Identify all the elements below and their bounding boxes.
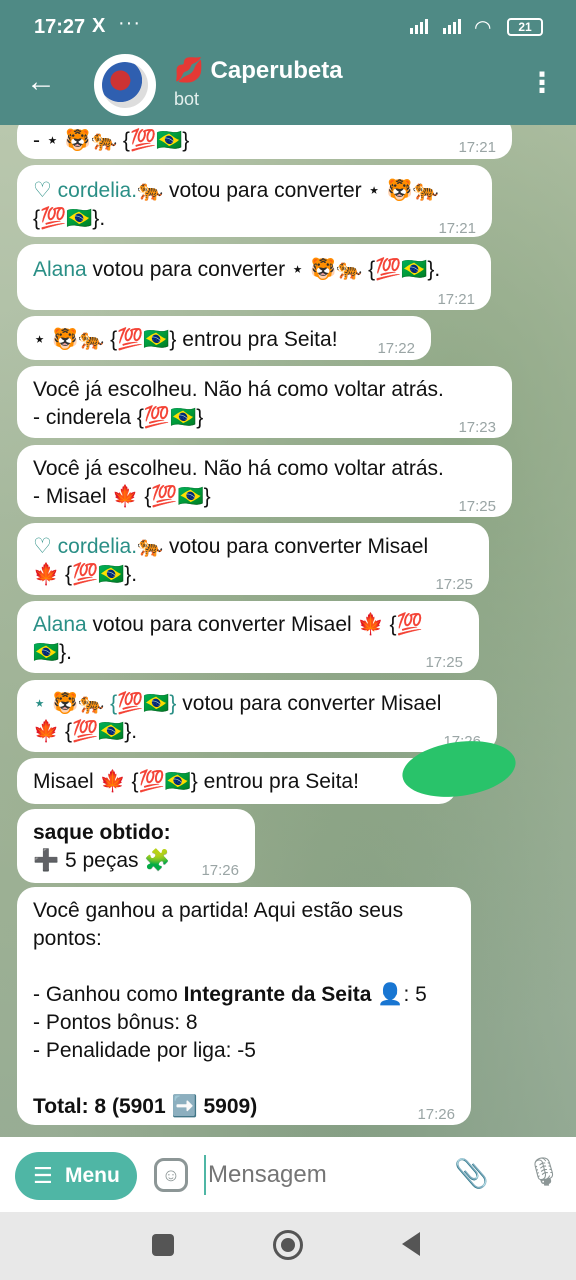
message-time: 17:25 (458, 498, 496, 515)
message-text: - ⋆ 🐯🐅 {💯🇧🇷} (33, 129, 190, 152)
message-text: votou para converter ⋆ 🐯🐅 (163, 179, 439, 202)
message-text: - Pontos bônus: 8 (33, 1011, 198, 1034)
sticker-icon[interactable]: ☺ (154, 1158, 188, 1192)
message-text: - Penalidade por liga: -5 (33, 1039, 256, 1062)
sender-name[interactable]: ♡ cordelia.🐅 (33, 535, 163, 558)
message-time: 17:25 (425, 654, 463, 671)
attachment-icon[interactable]: 📎 (454, 1157, 489, 1190)
message-bubble[interactable]: saque obtido: ➕ 5 peças 🧩 17:26 (17, 809, 255, 883)
message-time: 17:21 (438, 220, 476, 237)
more-notifications-icon: ··· (118, 12, 141, 34)
message-text-line2: 🍁 {💯🇧🇷}. (33, 563, 138, 586)
x-notification-icon: X (92, 15, 106, 37)
menu-button-label: Menu (65, 1164, 120, 1187)
message-time: 17:26 (201, 862, 239, 879)
message-text: - Ganhou como (33, 983, 184, 1006)
message-bubble[interactable]: Você já escolheu. Não há como voltar atr… (17, 366, 512, 438)
battery-icon: 21 (507, 18, 543, 36)
back-arrow-icon[interactable]: ← (26, 66, 58, 98)
sender-name[interactable]: Alana (33, 613, 87, 636)
more-options-icon[interactable]: ⋮ (528, 68, 556, 100)
message-text: votou para converter Misael (163, 535, 429, 558)
message-bubble[interactable]: ♡ cordelia.🐅 votou para converter ⋆ 🐯🐅 {… (17, 165, 492, 237)
message-bubble[interactable]: ⋆ 🐯🐅 {💯🇧🇷} votou para converter Misael 🍁… (17, 680, 497, 752)
message-time: 17:22 (377, 340, 415, 357)
app-header: 17:27 X ··· ◠ 21 ← 💋 Caperubeta bot ⋮ (0, 0, 576, 125)
message-text: Você ganhou a partida! Aqui estão seus (33, 899, 404, 922)
microphone-icon[interactable]: 🎙 (526, 1155, 562, 1188)
chat-title[interactable]: 💋 Caperubeta (174, 56, 343, 85)
message-text: votou para converter Misael (176, 692, 442, 715)
message-text: Você já escolheu. Não há como voltar atr… (33, 378, 444, 401)
message-bubble[interactable]: Alana votou para converter ⋆ 🐯🐅 {💯🇧🇷}. 1… (17, 244, 491, 310)
sender-name[interactable]: ♡ cordelia.🐅 (33, 179, 163, 202)
back-icon[interactable] (402, 1232, 420, 1256)
avatar-image (102, 62, 148, 108)
message-time: 17:21 (458, 139, 496, 156)
message-bubble[interactable]: ⋆ 🐯🐅 {💯🇧🇷} entrou pra Seita! 17:22 (17, 316, 431, 360)
message-text: votou para converter Misael 🍁 {💯 (86, 613, 423, 636)
message-text-bold: Integrante da Seita (183, 983, 372, 1006)
message-bubble[interactable]: Você ganhou a partida! Aqui estão seus p… (17, 887, 471, 1125)
status-time: 17:27 (34, 16, 86, 38)
message-text: Misael 🍁 {💯🇧🇷} entrou pra Seita! (33, 770, 359, 793)
message-bubble[interactable]: ♡ cordelia.🐅 votou para converter Misael… (17, 523, 489, 595)
message-text: votou para converter ⋆ 🐯🐅 {💯🇧🇷}. (86, 258, 441, 281)
avatar[interactable] (94, 54, 156, 116)
status-bar: 17:27 X ··· ◠ 21 (0, 0, 576, 56)
message-text-line2: 🇧🇷}. (33, 641, 72, 664)
menu-button[interactable]: ☰ Menu (15, 1152, 137, 1200)
home-icon[interactable] (273, 1230, 303, 1260)
message-input[interactable] (204, 1155, 434, 1195)
hamburger-icon: ☰ (33, 1163, 53, 1188)
message-text-line2: {💯🇧🇷}. (33, 207, 106, 230)
message-text: Você já escolheu. Não há como voltar atr… (33, 457, 444, 480)
message-bubble[interactable]: Misael 🍁 {💯🇧🇷} entrou pra Seita! (17, 758, 457, 804)
message-text: pontos: (33, 927, 102, 950)
message-heading: saque obtido: (33, 821, 171, 844)
message-text-line2: - Misael 🍁 {💯🇧🇷} (33, 485, 211, 508)
chat-area[interactable]: - ⋆ 🐯🐅 {💯🇧🇷} 17:21 ♡ cordelia.🐅 votou pa… (0, 125, 576, 1137)
message-time: 17:26 (417, 1106, 455, 1123)
message-time: 17:25 (435, 576, 473, 593)
signal-icon (410, 18, 428, 34)
wifi-icon: ◠ (474, 17, 492, 39)
signal-icon (443, 18, 461, 34)
system-nav-bar (0, 1212, 576, 1280)
message-time: 17:21 (437, 291, 475, 308)
message-text: ⋆ 🐯🐅 {💯🇧🇷} entrou pra Seita! (33, 328, 338, 351)
message-text-line2: 🍁 {💯🇧🇷}. (33, 720, 138, 743)
message-bubble[interactable]: - ⋆ 🐯🐅 {💯🇧🇷} 17:21 (17, 125, 512, 159)
message-text-line2: - cinderela {💯🇧🇷} (33, 406, 204, 429)
chat-subtitle: bot (174, 89, 200, 109)
message-total: Total: 8 (5901 ➡️ 5909) (33, 1095, 258, 1118)
message-input-bar: ☰ Menu ☺ 📎 🎙 (0, 1137, 576, 1212)
sender-name[interactable]: Alana (33, 258, 87, 281)
message-bubble[interactable]: Você já escolheu. Não há como voltar atr… (17, 445, 512, 517)
message-bubble[interactable]: Alana votou para converter Misael 🍁 {💯 🇧… (17, 601, 479, 673)
message-text: 👤: 5 (371, 983, 427, 1006)
sender-name[interactable]: ⋆ 🐯🐅 {💯🇧🇷} (33, 692, 176, 715)
recent-apps-icon[interactable] (152, 1234, 174, 1256)
message-time: 17:23 (458, 419, 496, 436)
